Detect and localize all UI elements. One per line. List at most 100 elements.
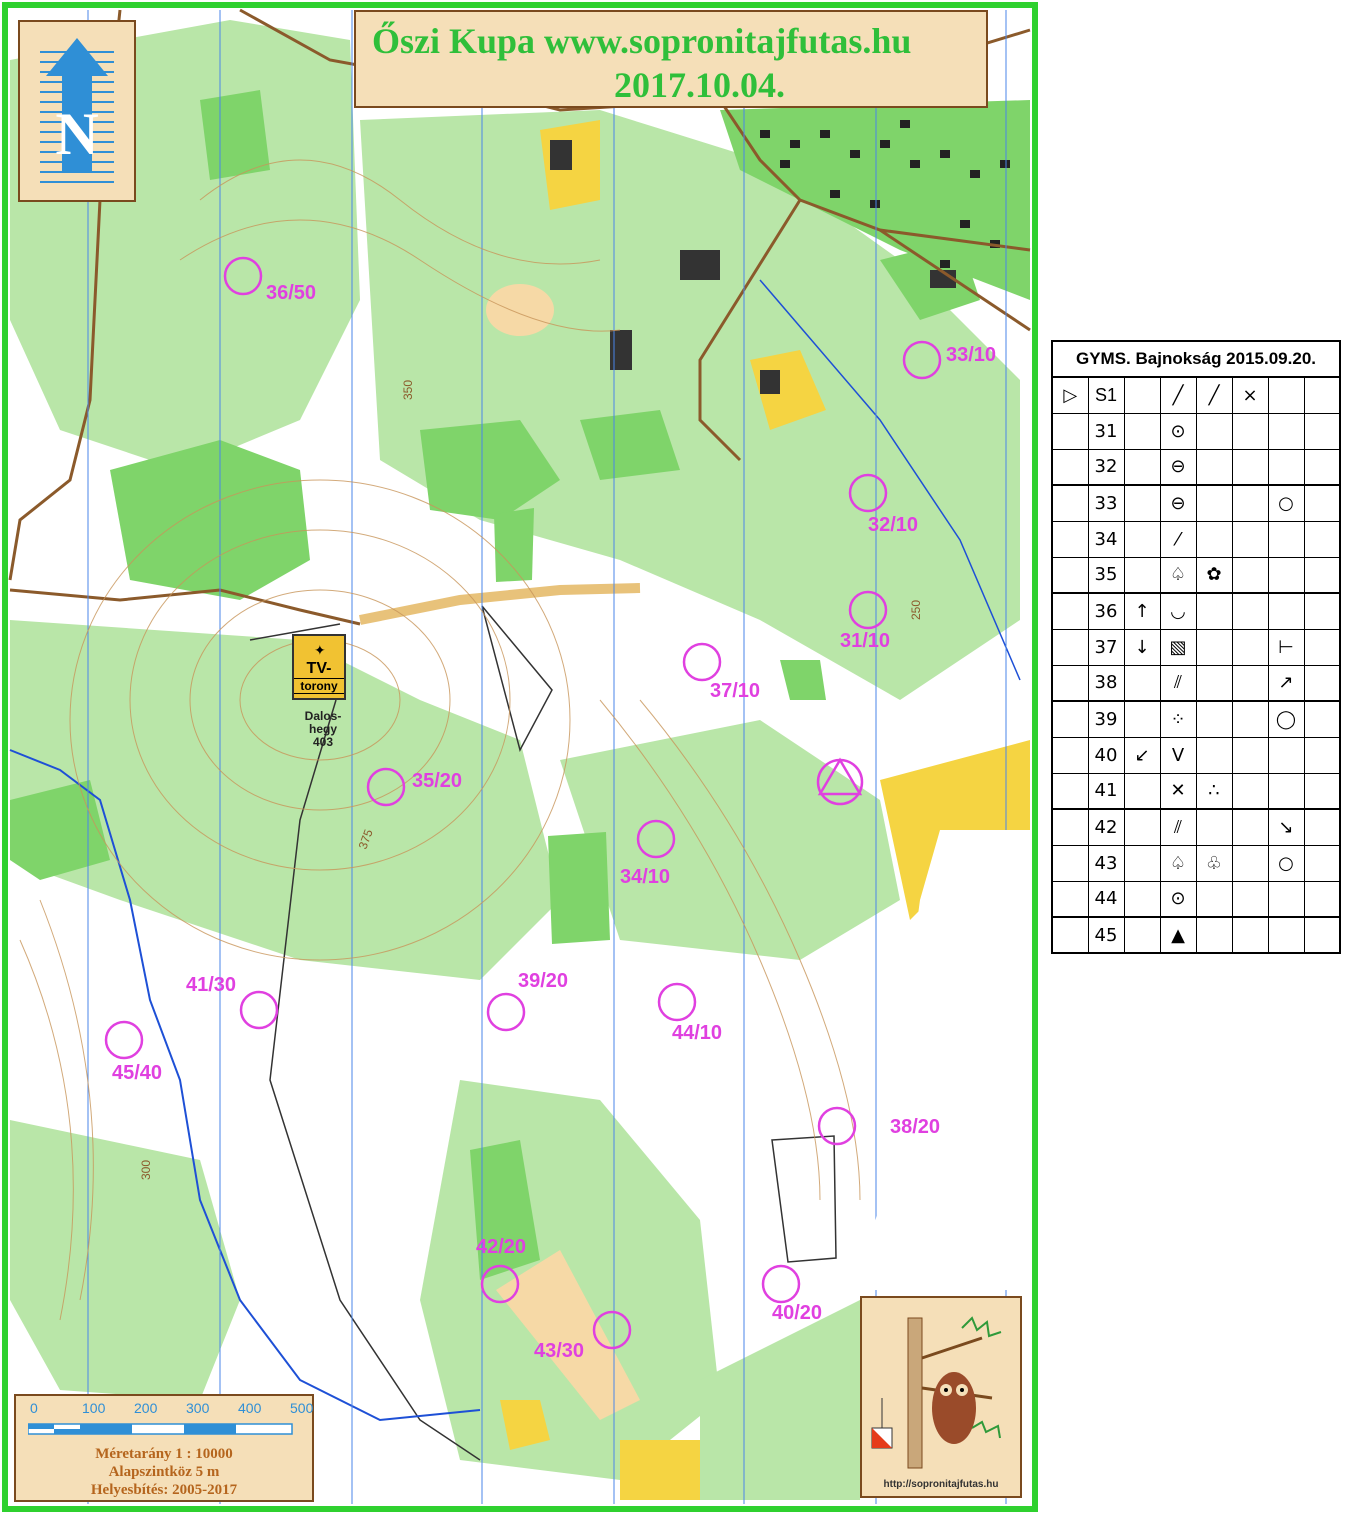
cell-h xyxy=(1303,664,1341,702)
scale-tick-200: 200 xyxy=(134,1400,158,1416)
row-number: 35 xyxy=(1087,556,1125,594)
control-label-33: 33/10 xyxy=(946,344,997,366)
cell-e xyxy=(1195,736,1233,774)
cell-a xyxy=(1051,880,1089,918)
cell-a xyxy=(1051,916,1089,954)
north-arrow-box: N xyxy=(18,20,136,202)
cell-f xyxy=(1231,700,1269,738)
description-row: 37 ↓ ▧ ⊢ xyxy=(1051,628,1341,666)
control-label-43: 43/30 xyxy=(534,1340,585,1362)
cell-a xyxy=(1051,412,1089,450)
title-box: Őszi Kupa www.sopronitajfutas.hu 2017.10… xyxy=(354,10,988,108)
description-row: 41 ✕ ∴ xyxy=(1051,772,1341,810)
cell-c xyxy=(1123,700,1161,738)
cell-h xyxy=(1303,808,1341,846)
cell-f xyxy=(1231,808,1269,846)
cell-f xyxy=(1231,916,1269,954)
cell-d: ⁄ xyxy=(1159,520,1197,558)
cell-g xyxy=(1267,736,1305,774)
cell-f xyxy=(1231,772,1269,810)
scale-tick-500: 500 xyxy=(290,1400,314,1416)
cell-a xyxy=(1051,556,1089,594)
cell-g: ⊢ xyxy=(1267,628,1305,666)
scale-tick-400: 400 xyxy=(238,1400,262,1416)
control-label-41: 41/30 xyxy=(186,974,237,996)
cell-d: ╱ xyxy=(1159,376,1197,414)
cell-g: ◯ xyxy=(1267,700,1305,738)
cell-f: × xyxy=(1231,376,1269,414)
cell-d: ⊙ xyxy=(1159,880,1197,918)
cell-h xyxy=(1303,772,1341,810)
row-number: 37 xyxy=(1087,628,1125,666)
cell-h xyxy=(1303,592,1341,630)
cell-c xyxy=(1123,844,1161,882)
control-label-39: 39/20 xyxy=(518,970,569,992)
cell-g xyxy=(1267,520,1305,558)
contour-label-350: 350 xyxy=(401,380,415,400)
cell-c: ↙ xyxy=(1123,736,1161,774)
cell-d: ⫽ xyxy=(1159,664,1197,702)
row-number: 39 xyxy=(1087,700,1125,738)
cell-h xyxy=(1303,376,1341,414)
row-number: 44 xyxy=(1087,880,1125,918)
cell-d: ⊖ xyxy=(1159,448,1197,486)
cell-e xyxy=(1195,412,1233,450)
row-number: S1 xyxy=(1087,376,1125,414)
contour-interval: Alapszintköz 5 m xyxy=(108,1464,220,1480)
control-label-36: 36/50 xyxy=(266,282,317,304)
cell-h xyxy=(1303,520,1341,558)
club-url: http://sopronitajfutas.hu xyxy=(883,1479,999,1490)
scale-tick-0: 0 xyxy=(30,1400,38,1416)
control-label-45: 45/40 xyxy=(112,1062,163,1084)
cell-f xyxy=(1231,664,1269,702)
control-label-31: 31/10 xyxy=(840,630,891,652)
cell-c xyxy=(1123,448,1161,486)
control-label-37: 37/10 xyxy=(710,680,761,702)
row-number: 40 xyxy=(1087,736,1125,774)
cell-a xyxy=(1051,592,1089,630)
tower-icon: ✦ xyxy=(314,642,326,658)
revision-years: Helyesbítés: 2005-2017 xyxy=(90,1482,238,1498)
row-number: 32 xyxy=(1087,448,1125,486)
north-letter: N xyxy=(55,101,98,167)
cell-h xyxy=(1303,448,1341,486)
club-logo-box: http://sopronitajfutas.hu xyxy=(860,1296,1022,1498)
description-row: 43 ♤ ♧ ○ xyxy=(1051,844,1341,882)
description-row-start: ▷ S1 ╱ ╱ × xyxy=(1051,376,1341,414)
map-canvas: 350 375 300 250 xyxy=(0,0,1040,1514)
cell-e: ╱ xyxy=(1195,376,1233,414)
cell-e xyxy=(1195,520,1233,558)
cell-a xyxy=(1051,448,1089,486)
cell-g xyxy=(1267,772,1305,810)
cell-c xyxy=(1123,664,1161,702)
cell-h xyxy=(1303,844,1341,882)
scale-tick-300: 300 xyxy=(186,1400,210,1416)
description-row: 36 ↑ ◡ xyxy=(1051,592,1341,630)
cell-f xyxy=(1231,556,1269,594)
cell-h xyxy=(1303,556,1341,594)
cell-a xyxy=(1051,520,1089,558)
description-row: 32 ⊖ xyxy=(1051,448,1341,486)
cell-d: ♤ xyxy=(1159,844,1197,882)
scale-ratio: Méretarány 1 : 10000 xyxy=(95,1446,233,1462)
cell-d: ♤ xyxy=(1159,556,1197,594)
cell-d: ▲ xyxy=(1159,916,1197,954)
north-arrow-icon: N xyxy=(40,38,114,183)
description-row: 33 ⊖ ○ xyxy=(1051,484,1341,522)
cell-g: ○ xyxy=(1267,484,1305,522)
row-number: 43 xyxy=(1087,844,1125,882)
row-number: 38 xyxy=(1087,664,1125,702)
cell-e xyxy=(1195,592,1233,630)
cell-d: ✕ xyxy=(1159,772,1197,810)
cell-h xyxy=(1303,700,1341,738)
cell-d: V xyxy=(1159,736,1197,774)
row-number: 33 xyxy=(1087,484,1125,522)
cell-h xyxy=(1303,412,1341,450)
description-row: 31 ⊙ xyxy=(1051,412,1341,450)
cell-a xyxy=(1051,772,1089,810)
control-label-40: 40/20 xyxy=(772,1302,823,1324)
cell-e xyxy=(1195,808,1233,846)
cell-d: ⊙ xyxy=(1159,412,1197,450)
cell-c xyxy=(1123,412,1161,450)
orienteering-map: 350 375 300 250 xyxy=(0,0,1040,1514)
